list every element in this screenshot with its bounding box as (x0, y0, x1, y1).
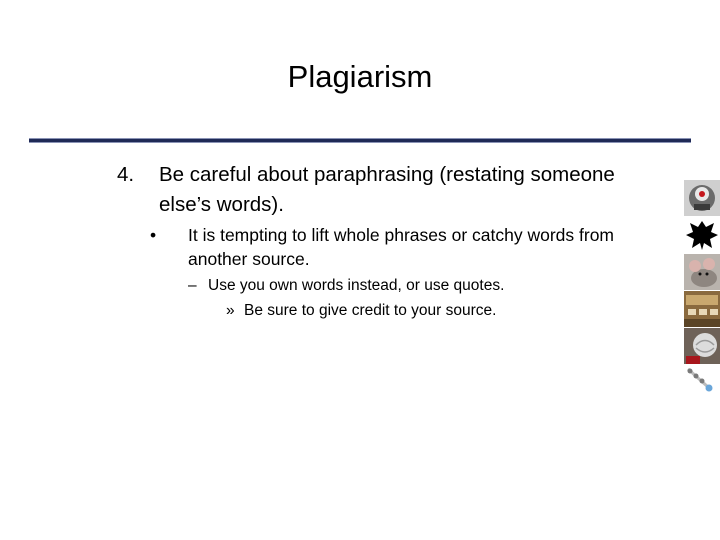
bullet-marker: • (150, 225, 157, 245)
chevron-marker: » (226, 302, 235, 319)
mouse-photo-icon (684, 254, 720, 290)
sub-sub-sub-bullet-text: Be sure to give credit to your source. (244, 302, 497, 319)
point-number: 4. (117, 163, 135, 186)
sub-sub-bullet-text: Use you own words instead, or use quotes… (208, 277, 505, 294)
sub-bullet-text: It is tempting to lift whole phrases or … (188, 225, 614, 269)
slide-title: Plagiarism (287, 59, 433, 94)
robot-head-icon (684, 180, 720, 216)
title-divider (29, 138, 691, 143)
pushpins-icon (684, 365, 720, 401)
inkblot-icon (684, 217, 720, 253)
dash-marker: – (188, 277, 197, 294)
brain-photo-icon (684, 328, 720, 364)
room-photo-icon (684, 291, 720, 327)
thumbnail-strip (684, 180, 720, 402)
point-text: Be careful about paraphrasing (restating… (159, 163, 615, 216)
